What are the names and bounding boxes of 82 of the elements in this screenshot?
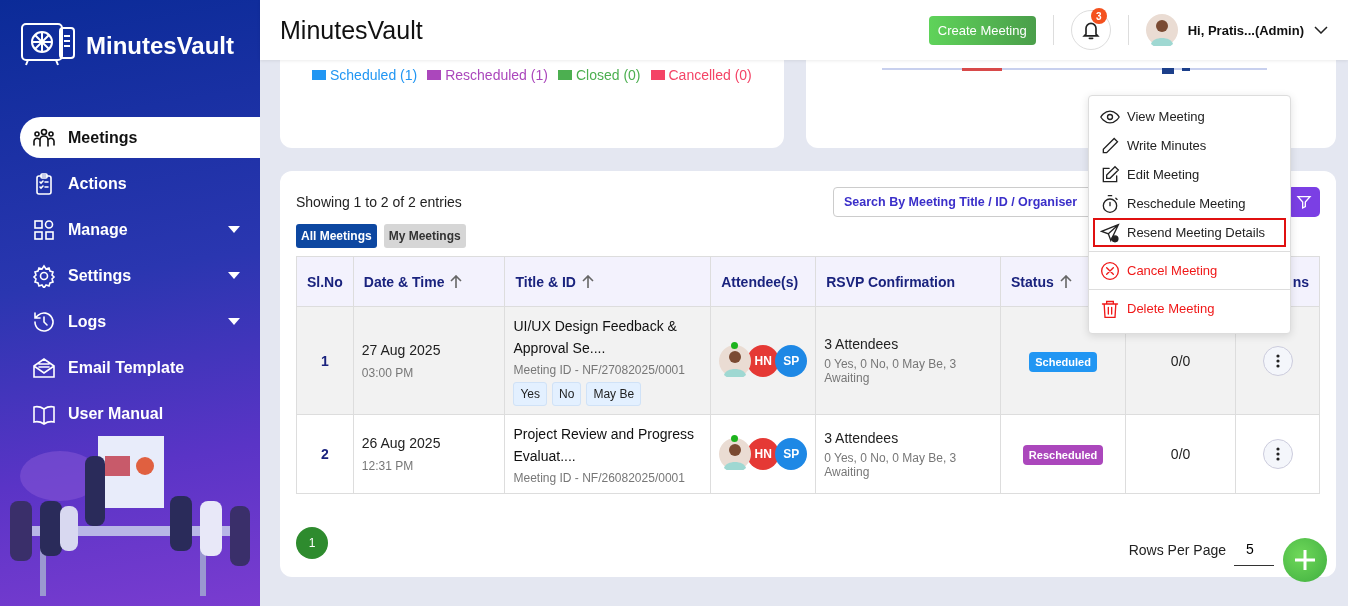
filter-tab[interactable]: My Meetings — [383, 224, 466, 248]
column-header[interactable]: Title & ID — [515, 273, 594, 290]
column-header: RSVP Confirmation — [826, 273, 956, 290]
filter-tab[interactable]: All Meetings — [296, 224, 377, 248]
vault-logo-icon — [20, 20, 78, 68]
avatar-photo — [719, 438, 752, 470]
stopwatch-icon — [1100, 193, 1120, 214]
sort-arrow-icon[interactable] — [581, 274, 594, 289]
filter-icon — [1295, 194, 1312, 210]
menu-item[interactable]: Write Minutes — [1093, 131, 1286, 160]
legend-label: Cancelled (0) — [668, 67, 752, 83]
sidebar-item[interactable]: Logs — [20, 301, 260, 342]
status-badge: Rescheduled — [1022, 445, 1104, 465]
page-title: MinutesVault — [280, 15, 424, 45]
menu-item[interactable]: Cancel Meeting — [1093, 256, 1286, 285]
status-badge: Scheduled — [1029, 351, 1097, 372]
avatar-photo — [1145, 14, 1178, 46]
table-cell: 0/0 — [1170, 352, 1191, 369]
attendee-count: 3 Attendees — [824, 336, 900, 352]
cancel-icon — [1100, 260, 1120, 281]
meeting-id: Meeting ID - NF/26082025/0001 — [513, 471, 686, 485]
entries-summary: Showing 1 to 2 of 2 entries — [296, 194, 463, 210]
sidebar-item[interactable]: User Manual — [20, 393, 260, 434]
sidebar-item[interactable]: Manage — [20, 209, 260, 250]
caret-icon — [228, 225, 240, 234]
column-header[interactable]: Status — [1010, 273, 1072, 290]
caret-icon — [228, 317, 240, 326]
avatar-photo — [719, 344, 752, 377]
meeting-time: 12:31 PM — [361, 459, 415, 473]
rows-per-page-label: Rows Per Page — [1128, 541, 1226, 558]
serial-number: 2 — [321, 446, 329, 462]
envelope-icon — [32, 355, 56, 380]
column-header: ns — [1292, 273, 1309, 290]
serial-number: 1 — [321, 352, 329, 369]
meeting-title[interactable]: UI/UX Design Feedback & Approval Se.... — [513, 315, 703, 359]
notification-count: 3 — [1090, 8, 1107, 24]
pencil-icon — [1100, 135, 1120, 156]
attendee-avatar: SP — [775, 344, 808, 377]
attendee-avatar: SP — [775, 438, 808, 470]
rsvp-button[interactable]: May Be — [586, 382, 642, 406]
sidebar-item[interactable]: Email Template — [20, 347, 260, 388]
rsvp-summary: 0 Yes, 0 No, 0 May Be, 3 Awaiting — [824, 450, 958, 479]
sidebar-item[interactable]: Meetings — [20, 117, 260, 158]
rsvp-summary: 0 Yes, 0 No, 0 May Be, 3 Awaiting — [824, 357, 958, 385]
menu-item[interactable]: View Meeting — [1093, 102, 1286, 131]
legend-label: Closed (0) — [575, 67, 641, 83]
meeting-date: 27 Aug 2025 — [361, 341, 442, 358]
attendee-count: 3 Attendees — [824, 429, 900, 446]
rows-per-page-select[interactable]: 5 — [1234, 533, 1274, 566]
kebab-icon — [1275, 447, 1280, 461]
sidebar-item[interactable]: Actions — [20, 163, 260, 204]
meeting-id: Meeting ID - NF/27082025/0001 — [513, 363, 686, 377]
grid-icon — [32, 217, 56, 242]
user-name[interactable]: Hi, Pratis...(Admin) — [1187, 22, 1304, 38]
more-options-button[interactable] — [1262, 439, 1293, 469]
app-logo-text: MinutesVault — [86, 32, 235, 60]
sort-arrow-icon[interactable] — [1059, 274, 1072, 289]
trash-icon — [1100, 298, 1120, 319]
history-icon — [32, 309, 56, 334]
column-header: Sl.No — [307, 273, 343, 290]
caret-icon — [228, 271, 240, 280]
edit-icon — [1100, 164, 1120, 185]
send-icon — [1100, 222, 1120, 243]
settings-icon — [32, 263, 56, 288]
sidebar-item[interactable]: Settings — [20, 255, 260, 296]
legend-label: Scheduled (1) — [330, 67, 418, 83]
menu-item[interactable]: Resend Meeting Details — [1093, 218, 1286, 247]
plus-icon — [1293, 548, 1317, 572]
meeting-time: 03:00 PM — [361, 365, 415, 380]
sort-arrow-icon[interactable] — [450, 274, 463, 289]
menu-item[interactable]: Edit Meeting — [1093, 160, 1286, 189]
legend-label: Rescheduled (1) — [445, 67, 548, 83]
menu-item[interactable]: Delete Meeting — [1093, 294, 1286, 323]
chevron-down-icon[interactable] — [1314, 26, 1328, 34]
column-header: Attendee(s) — [721, 273, 799, 290]
meeting-date: 26 Aug 2025 — [361, 435, 442, 451]
page-button[interactable]: 1 — [296, 526, 328, 559]
kebab-icon — [1275, 353, 1280, 368]
rsvp-button[interactable]: No — [552, 382, 582, 406]
table-cell: 0/0 — [1170, 446, 1191, 462]
meeting-title[interactable]: Project Review and Progress Evaluat.... — [513, 423, 703, 467]
rsvp-button[interactable]: Yes — [513, 382, 548, 406]
